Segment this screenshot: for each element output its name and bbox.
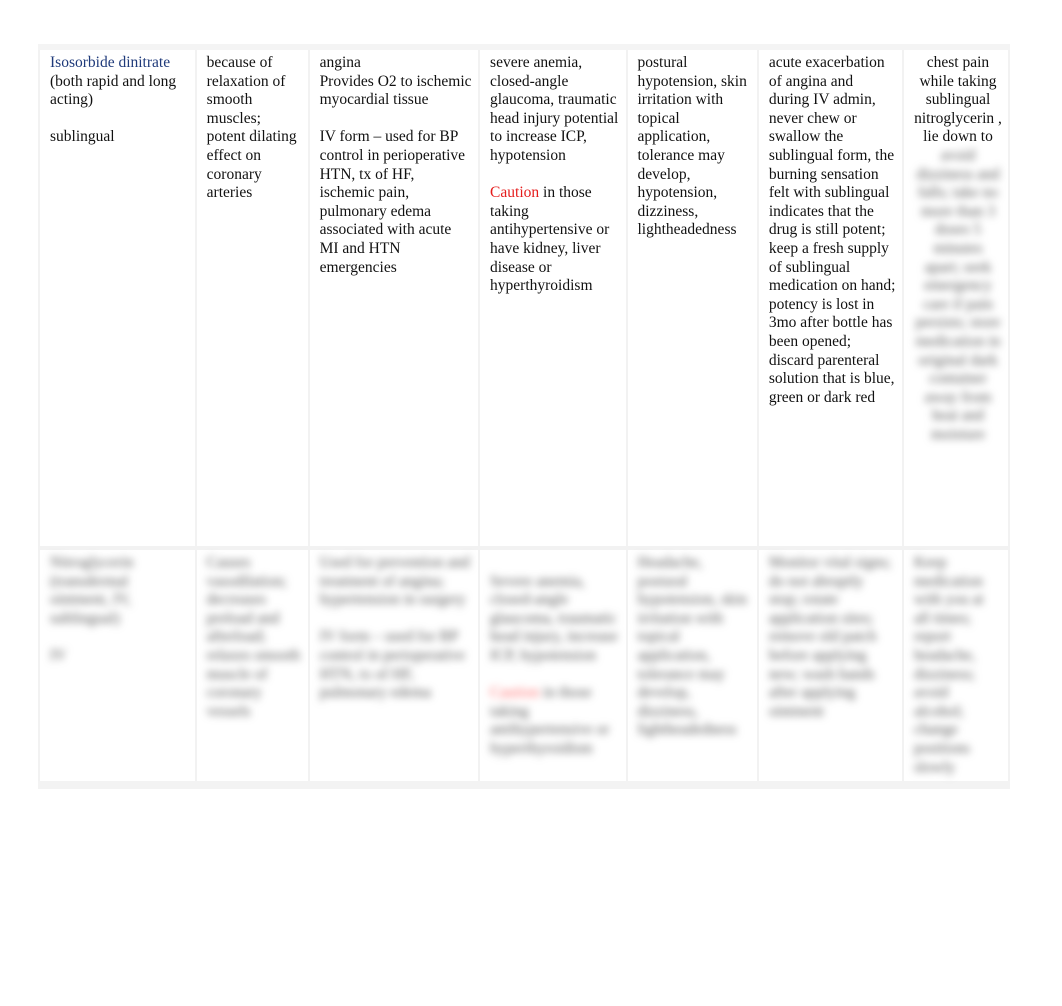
drug-name: Nitroglycerin (50, 554, 134, 571)
patient-teaching-blurred: avoid dizziness and falls; take no more … (915, 146, 1001, 443)
indication-line: Provides O2 to ischemic myocardial tissu… (319, 72, 472, 109)
indication-line: angina (319, 54, 361, 71)
nursing-implications-cell: acute exacerbation of angina and during … (756, 44, 904, 550)
drug-type: (transdermal ointment, IV, sublingual) (50, 572, 132, 627)
caution-label: Caution (490, 184, 540, 202)
drug-route: IV (50, 646, 67, 664)
action-text: because of relaxation of smooth muscles;… (206, 54, 297, 202)
drug-type: (both rapid and long acting) (50, 72, 177, 109)
contraindications-cell: severe anemia, closed-angle glaucoma, tr… (478, 44, 628, 550)
indication-line: IV form – used for BP control in periope… (319, 628, 466, 702)
nursing-implications-cell: Monitor vital signs; do not abruptly sto… (756, 548, 904, 790)
drug-cell: Isosorbide dinitrate (both rapid and lon… (38, 44, 197, 550)
drug-table: Isosorbide dinitrate (both rapid and lon… (38, 44, 1011, 790)
document-page: Isosorbide dinitrate (both rapid and lon… (38, 44, 1011, 790)
adverse-effects-cell: postural hypotension, skin irritation wi… (625, 44, 759, 550)
patient-teaching-text: Keep medication with you at all times; r… (913, 554, 984, 776)
patient-teaching-cell: chest pain while taking sublingual nitro… (901, 44, 1011, 550)
caution-paragraph: Caution in those taking antihypertensive… (490, 684, 619, 758)
indications-cell: angina Provides O2 to ischemic myocardia… (307, 44, 481, 550)
patient-teaching-cell: Keep medication with you at all times; r… (901, 548, 1011, 790)
drug-name: Isosorbide dinitrate (50, 54, 171, 71)
nursing-implications-text: acute exacerbation of angina and during … (768, 54, 896, 406)
caution-paragraph: Caution in those taking antihypertensive… (490, 184, 619, 296)
indications-cell: Used for prevention and treatment of ang… (307, 548, 481, 790)
table-row: Isosorbide dinitrate (both rapid and lon… (38, 44, 1011, 550)
adverse-effects-text: postural hypotension, skin irritation wi… (637, 54, 747, 239)
action-cell: Causes vasodilation; decreases preload a… (194, 548, 310, 790)
caution-label: Caution (490, 684, 540, 702)
action-text: Causes vasodilation; decreases preload a… (206, 554, 301, 720)
indication-line: Used for prevention and treatment of ang… (319, 554, 470, 609)
adverse-effects-cell: Headache, postural hypotension, skin irr… (625, 548, 759, 790)
contraindication-text: severe anemia, closed-angle glaucoma, tr… (490, 54, 619, 164)
drug-route: sublingual (50, 128, 115, 146)
action-cell: because of relaxation of smooth muscles;… (194, 44, 310, 550)
adverse-effects-text: Headache, postural hypotension, skin irr… (637, 554, 747, 739)
indication-line: IV form – used for BP control in periope… (319, 128, 466, 276)
drug-cell: Nitroglycerin (transdermal ointment, IV,… (38, 548, 197, 790)
nursing-implications-text: Monitor vital signs; do not abruptly sto… (768, 554, 892, 720)
contraindication-text: Severe anemia, closed-angle glaucoma, tr… (490, 572, 618, 664)
contraindications-cell: Severe anemia, closed-angle glaucoma, tr… (478, 548, 628, 790)
table-row: Nitroglycerin (transdermal ointment, IV,… (38, 548, 1011, 790)
patient-teaching-visible: chest pain while taking sublingual nitro… (914, 54, 1002, 146)
